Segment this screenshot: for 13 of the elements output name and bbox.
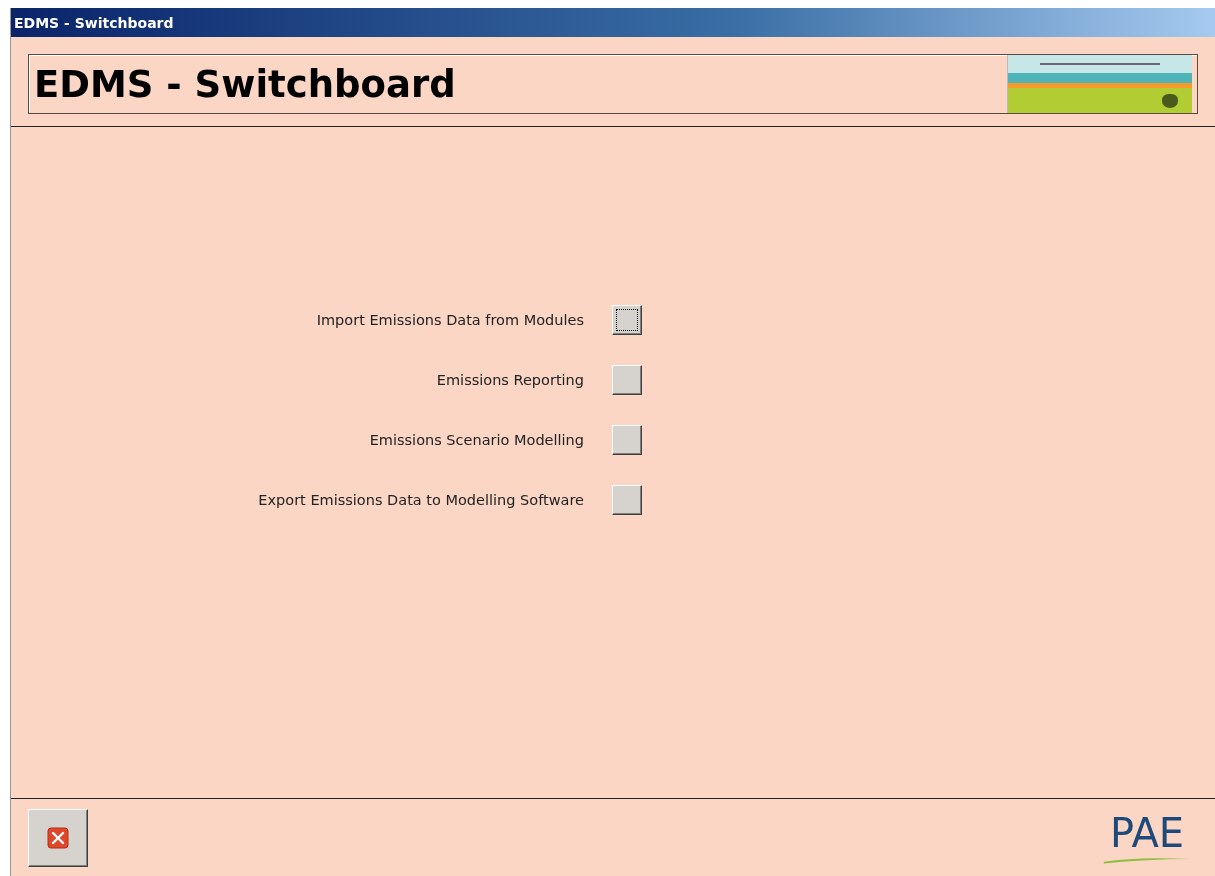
menu-label: Emissions Scenario Modelling xyxy=(369,432,584,448)
menu-button[interactable] xyxy=(612,425,642,455)
menu-button[interactable] xyxy=(612,305,642,335)
close-button[interactable] xyxy=(28,808,88,867)
menu-button[interactable] xyxy=(612,485,642,515)
menu-label: Import Emissions Data from Modules xyxy=(316,312,584,328)
window-title: EDMS - Switchboard xyxy=(14,14,174,31)
menu-button[interactable] xyxy=(612,365,642,395)
close-icon xyxy=(47,826,69,849)
form-title: EDMS - Switchboard xyxy=(34,62,456,106)
menu-label: Emissions Reporting xyxy=(436,372,584,388)
brand-logo: PAE xyxy=(1102,811,1192,864)
menu-label: Export Emissions Data to Modelling Software xyxy=(258,492,584,508)
